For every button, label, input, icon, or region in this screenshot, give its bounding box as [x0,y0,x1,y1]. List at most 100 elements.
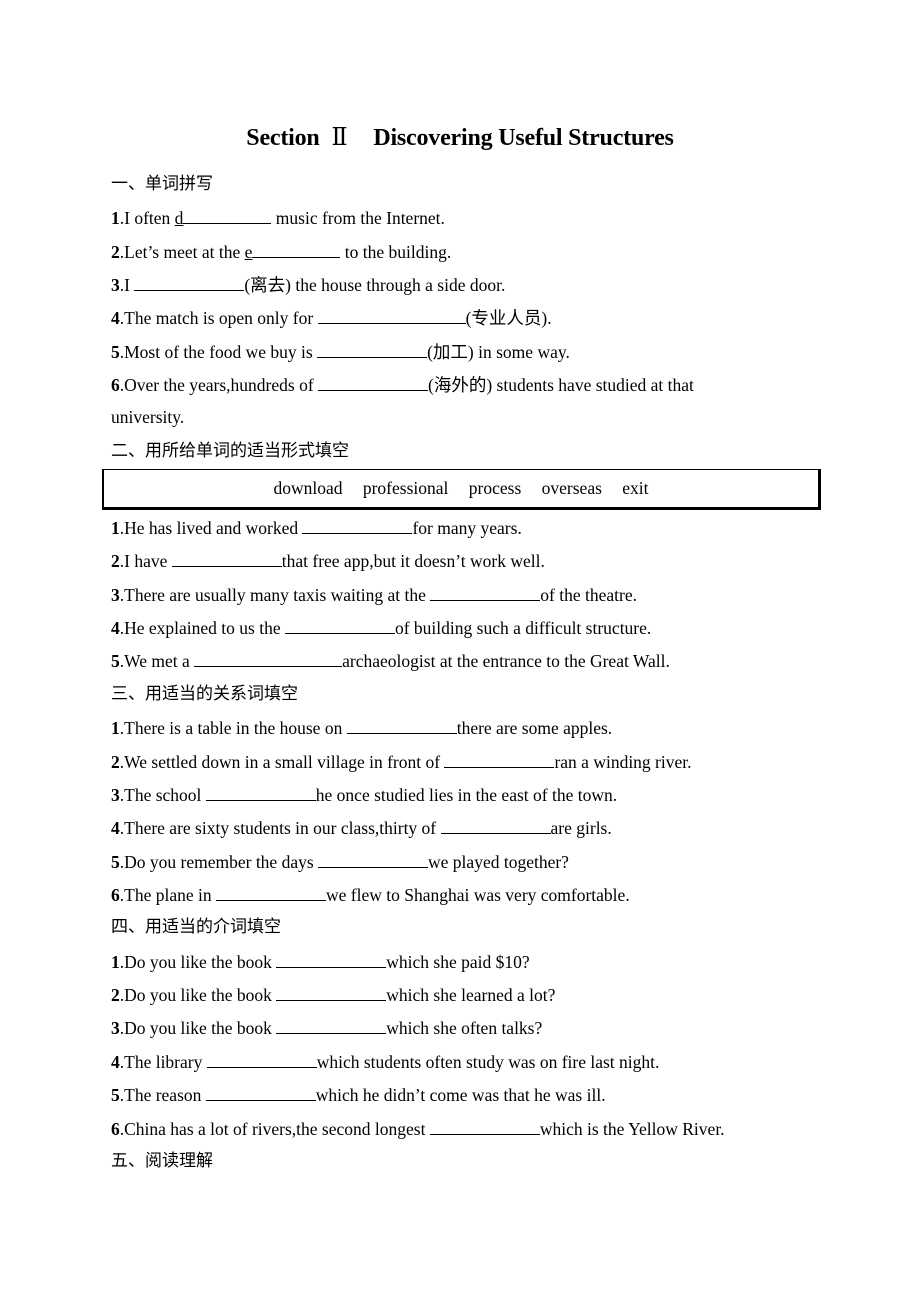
item-text-after: which is the Yellow River. [539,1119,725,1139]
answer-blank[interactable] [183,206,272,224]
answer-blank[interactable] [171,549,282,567]
item-text-before: .There are usually many taxis waiting at… [119,585,431,605]
exercise-item: 4.The match is open only for (专业人员). [111,306,552,329]
answer-blank[interactable] [276,983,387,1001]
item-text-after: to the building. [340,242,452,262]
item-text-before: .Do you remember the days [119,852,319,872]
item-text-after: which she paid $10? [386,952,530,972]
item-number: 3 [111,1018,120,1038]
exercise-item: 6.Over the years,hundreds of (海外的) stude… [111,373,694,396]
exercise-item: 3.The school he once studied lies in the… [111,783,617,806]
exercise-item: 2.Let’s meet at the e to the building. [111,240,451,263]
answer-blank[interactable] [215,883,326,901]
title-prefix: Section [246,125,320,151]
item-text-before: .He explained to us the [119,618,285,638]
exercise-item: 1.There is a table in the house on there… [111,716,612,739]
item-text-before: .The library [119,1052,207,1072]
item-text-before: .Most of the food we buy is [119,342,318,362]
item-text-before: .I have [119,551,172,571]
item-text-before: .Let’s meet at the [119,242,245,262]
answer-blank[interactable] [205,1083,316,1101]
answer-blank[interactable] [205,783,316,801]
answer-blank[interactable] [317,340,428,358]
item-text-after: which he didn’t come was that he was ill… [315,1085,606,1105]
exercise-item: 4.The library which students often study… [111,1050,659,1073]
item-text-after: of the theatre. [540,585,637,605]
section-heading-spelling: 一、单词拼写 [111,174,213,194]
page-title: Section Ⅱ Discovering Useful Structures [0,123,920,152]
answer-blank[interactable] [346,716,457,734]
item-text-before: .The match is open only for [119,308,318,328]
item-text-before: .We met a [119,651,195,671]
exercise-item: 4.He explained to us the of building suc… [111,616,651,639]
answer-blank[interactable] [252,240,341,258]
word-bank-item: professional [362,478,449,498]
item-number: 2 [111,551,120,571]
item-number: 3 [111,275,120,295]
item-number: 3 [111,585,120,605]
item-text-before: .Do you like the book [119,985,277,1005]
item-number: 1 [111,718,120,738]
exercise-item: 1.Do you like the book which she paid $1… [111,950,530,973]
item-text-after: (专业人员). [465,308,552,328]
section-heading-prepositions: 四、用适当的介词填空 [111,917,281,937]
item-number: 6 [111,885,120,905]
item-text-before: .I often [119,208,175,228]
item-number: 4 [111,618,120,638]
answer-blank[interactable] [440,816,551,834]
item-text-after: there are some apples. [456,718,613,738]
exercise-item: 5.Do you remember the days we played tog… [111,850,569,873]
item-continuation: university. [111,407,185,427]
answer-blank[interactable] [318,373,429,391]
word-bank-item: exit [622,478,649,498]
item-number: 5 [111,651,120,671]
item-number: 2 [111,242,120,262]
item-text-before: .The reason [119,1085,206,1105]
item-number: 3 [111,785,120,805]
item-text-after: ran a winding river. [554,752,692,772]
exercise-item: 4.There are sixty students in our class,… [111,816,612,839]
exercise-item: 1.He has lived and worked for many years… [111,516,522,539]
item-number: 2 [111,985,120,1005]
hint-letter: e [244,242,253,262]
section-heading-word-forms: 二、用所给单词的适当形式填空 [111,441,349,461]
answer-blank[interactable] [429,1117,540,1135]
item-text-after: of building such a difficult structure. [394,618,652,638]
item-number: 5 [111,1085,120,1105]
answer-blank[interactable] [276,1016,387,1034]
exercise-item: 6.The plane in we flew to Shanghai was v… [111,883,630,906]
word-bank-box: download professional process overseas e… [102,469,821,510]
item-number: 4 [111,818,120,838]
item-text-after: we played together? [428,852,569,872]
hint-letter: d [174,208,184,228]
worksheet-page: Section Ⅱ Discovering Useful Structures … [0,0,920,1302]
answer-blank[interactable] [317,306,466,324]
answer-blank[interactable] [276,950,387,968]
answer-blank[interactable] [134,273,245,291]
answer-blank[interactable] [206,1050,317,1068]
item-text-before: .Do you like the book [119,952,277,972]
item-text-before: .The school [119,785,206,805]
answer-blank[interactable] [302,516,413,534]
exercise-item: 2.Do you like the book which she learned… [111,983,555,1006]
exercise-item: 3.Do you like the book which she often t… [111,1016,542,1039]
answer-blank[interactable] [444,750,555,768]
item-text-after: are girls. [550,818,612,838]
title-main: Discovering Useful Structures [373,125,674,151]
item-number: 4 [111,1052,120,1072]
word-bank-item: overseas [541,478,602,498]
item-number: 1 [111,952,120,972]
item-text-before: .There are sixty students in our class,t… [119,818,441,838]
item-text-after: music from the Internet. [271,208,445,228]
item-text-before: .We settled down in a small village in f… [119,752,445,772]
answer-blank[interactable] [194,649,343,667]
item-text-before: .He has lived and worked [119,518,303,538]
item-text-after: for many years. [412,518,522,538]
item-number: 1 [111,518,120,538]
answer-blank[interactable] [430,583,541,601]
answer-blank[interactable] [318,850,429,868]
exercise-item: 5.Most of the food we buy is (加工) in som… [111,340,570,363]
item-text-after: which she often talks? [386,1018,543,1038]
answer-blank[interactable] [284,616,395,634]
item-text-after: (加工) in some way. [427,342,570,362]
